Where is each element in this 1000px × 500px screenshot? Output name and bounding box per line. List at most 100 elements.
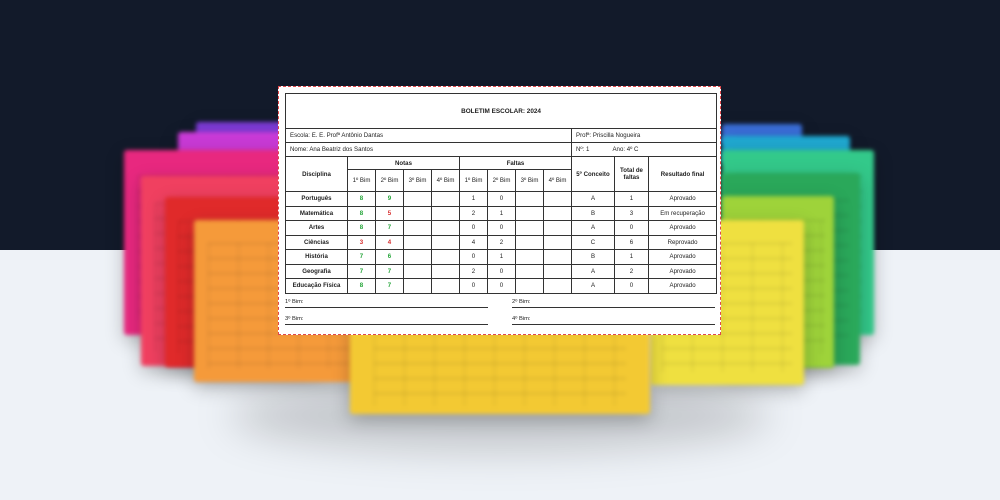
signature-line-b3: 3º Bim: [285,315,488,325]
grade-q3 [403,234,432,250]
table-row: Artes 8 7 0 0 A 0 Aprovado [285,220,718,236]
grade-q2: 5 [375,205,404,221]
absence-q2: 0 [487,191,516,207]
absence-q2: 0 [487,220,516,236]
grade-q3 [403,249,432,265]
signature-label-b2: 2º Bim: [512,298,531,305]
absence-q1: 0 [459,220,488,236]
header-total-absences: Total de faltas [614,156,649,192]
grade-q2: 4 [375,234,404,250]
row-subject: Ciências [285,234,348,250]
absence-q2: 1 [487,249,516,265]
final-result: Aprovado [647,278,718,294]
row-subject: Matemática [285,205,348,221]
total-absences: 0 [614,278,649,294]
table-row: Educação Física 8 7 0 0 A 0 Aprovado [285,278,718,294]
row-subject: História [285,249,348,265]
signature-line-b2: 2º Bim: [512,298,715,308]
header-concept: 5º Conceito [571,156,615,192]
grade-q1: 7 [347,263,376,279]
year-label: Ano: [612,146,626,153]
signature-label-b3: 3º Bim: [285,315,304,322]
concept: A [571,220,615,236]
row-subject: Educação Física [285,278,348,294]
absence-q1: 1 [459,191,488,207]
absence-q4 [543,263,572,279]
teacher-label: Profª: [576,132,592,139]
grade-q1: 8 [347,220,376,236]
absence-q4 [543,234,572,250]
total-absences: 6 [614,234,649,250]
teacher-cell: Profª: Priscilla Nogueira [570,128,718,143]
grade-q1: 8 [347,191,376,207]
grade-q1: 7 [347,249,376,265]
table-row: História 7 6 0 1 B 1 Aprovado [285,249,718,265]
grade-q1: 3 [347,234,376,250]
absence-q4 [543,191,572,207]
grade-q2: 9 [375,191,404,207]
total-absences: 1 [614,249,649,265]
grade-q4 [431,263,460,279]
table-row: Ciências 3 4 4 2 C 6 Reprovado [285,234,718,250]
grade-q3 [403,263,432,279]
signature-line-b1: 1º Bim: [285,298,488,308]
student-name: Ana Beatriz dos Santos [309,146,373,153]
absence-q3 [515,220,544,236]
header-absence-q4: 4º Bim [543,169,572,192]
table-row: Matemática 8 5 2 1 B 3 Em recuperação [285,205,718,221]
grade-q2: 6 [375,249,404,265]
header-grade-q3: 3º Bim [403,169,432,192]
absence-q2: 2 [487,234,516,250]
grade-q4 [431,234,460,250]
header-grade-q4: 4º Bim [431,169,460,192]
school-name: E. E. Profª Antônio Dantas [311,132,384,139]
concept: C [571,234,615,250]
grade-q2: 7 [375,220,404,236]
absence-q4 [543,278,572,294]
table-row: Português 8 9 1 0 A 1 Aprovado [285,191,718,207]
number-label: Nº: [576,146,585,153]
row-subject: Artes [285,220,348,236]
absence-q4 [543,220,572,236]
student-label: Nome: [290,146,308,153]
grade-q2: 7 [375,278,404,294]
table-row: Geografia 7 7 2 0 A 2 Aprovado [285,263,718,279]
header-subject: Disciplina [285,156,348,192]
signature-area: 1º Bim: 2º Bim: 3º Bim: 4º Bim: [285,298,715,338]
row-subject: Geografia [285,263,348,279]
total-absences: 1 [614,191,649,207]
grade-q4 [431,249,460,265]
absence-q2: 0 [487,278,516,294]
report-title: BOLETIM ESCOLAR: 2024 [284,93,718,129]
grade-q1: 8 [347,205,376,221]
total-absences: 0 [614,220,649,236]
grade-q4 [431,278,460,294]
signature-label-b4: 4º Bim: [512,315,531,322]
grade-q2: 7 [375,263,404,279]
absence-q3 [515,278,544,294]
report-table: BOLETIM ESCOLAR: 2024 Escola: E. E. Prof… [284,93,718,294]
header-grade-q1: 1º Bim [347,169,376,192]
absence-q1: 0 [459,278,488,294]
absence-q4 [543,205,572,221]
grade-q3 [403,220,432,236]
concept: A [571,263,615,279]
absence-q4 [543,249,572,265]
student-number: 1 [586,146,590,153]
absence-q1: 2 [459,205,488,221]
school-cell: Escola: E. E. Profª Antônio Dantas [285,128,572,143]
row-subject: Português [285,191,348,207]
grade-q3 [403,278,432,294]
absence-q1: 4 [459,234,488,250]
final-result: Aprovado [647,191,718,207]
grade-q4 [431,191,460,207]
header-final-result: Resultado final [647,156,718,192]
final-result: Aprovado [647,220,718,236]
grade-q3 [403,191,432,207]
final-result: Aprovado [647,263,718,279]
school-label: Escola: [290,132,310,139]
absence-q2: 1 [487,205,516,221]
total-absences: 3 [614,205,649,221]
absence-q2: 0 [487,263,516,279]
final-result: Em recuperação [647,205,718,221]
